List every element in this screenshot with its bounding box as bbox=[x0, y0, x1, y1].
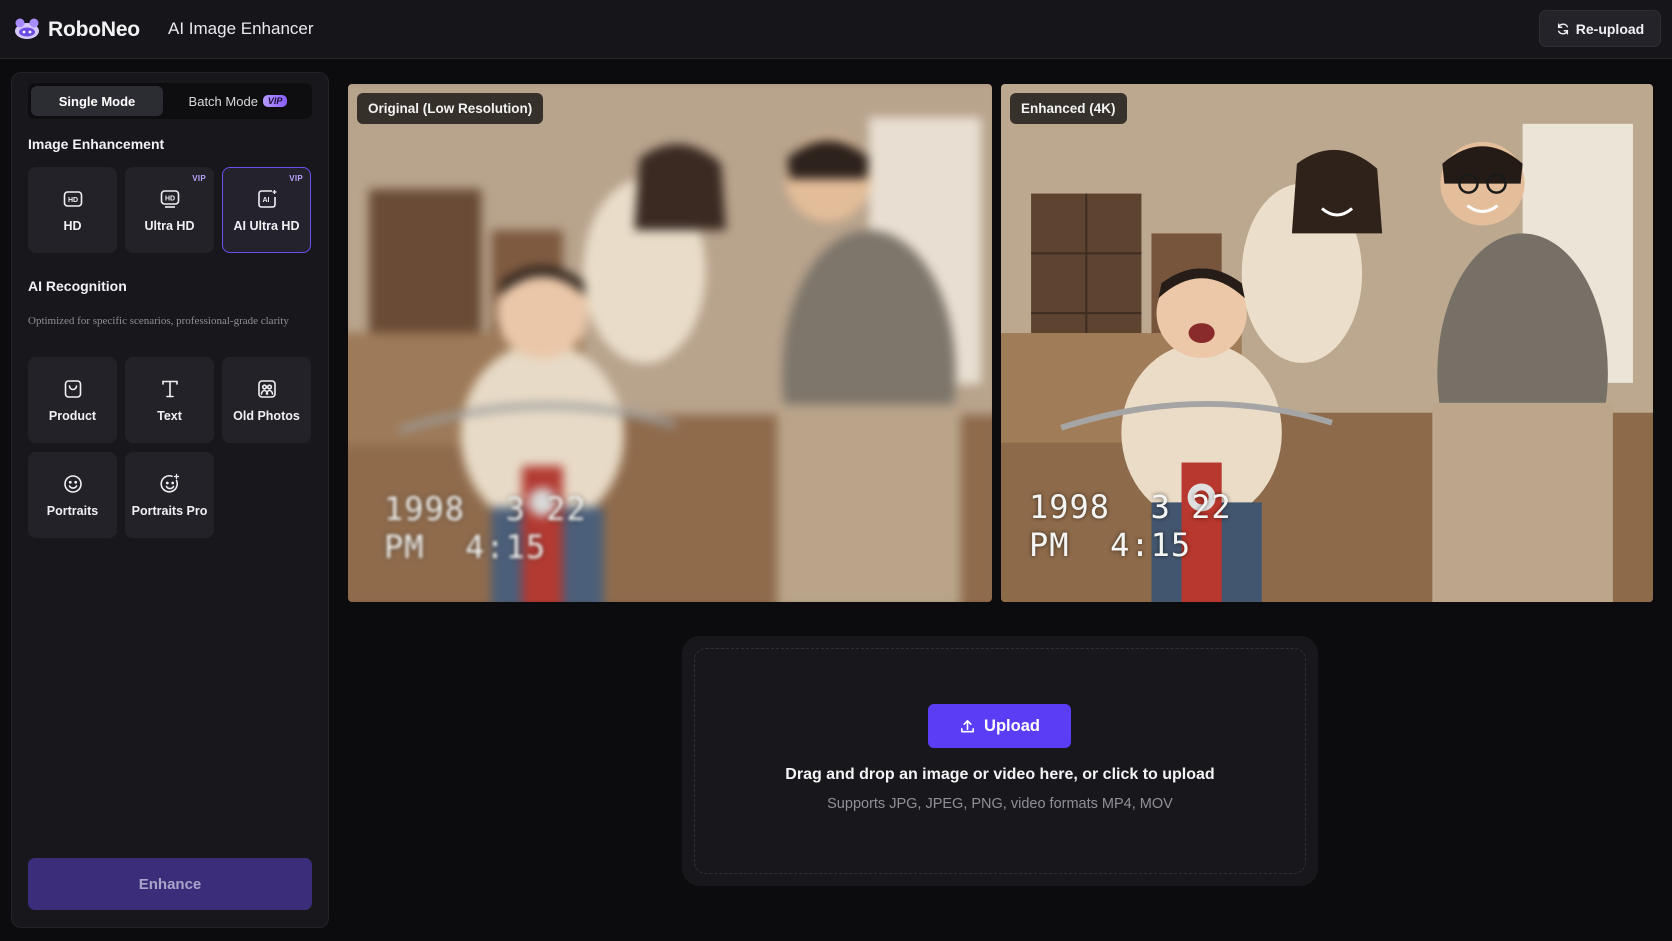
app-title: AI Image Enhancer bbox=[168, 19, 314, 38]
text-option[interactable]: Text bbox=[125, 357, 214, 443]
batch-mode-tab[interactable]: Batch Mode VIP bbox=[167, 86, 309, 116]
vip-tag: VIP bbox=[192, 174, 206, 183]
smiley-face-icon bbox=[63, 474, 82, 493]
upload-dropzone[interactable]: Upload Drag and drop an image or video h… bbox=[682, 636, 1318, 886]
single-mode-tab[interactable]: Single Mode bbox=[31, 86, 163, 116]
svg-text:AI: AI bbox=[262, 197, 269, 204]
stamp-date: 1998 3 22 bbox=[1029, 488, 1232, 526]
logo[interactable]: RoboNeo bbox=[12, 16, 140, 44]
vip-tag: VIP bbox=[289, 174, 303, 183]
logo-text: RoboNeo bbox=[48, 18, 140, 41]
portraits-label: Portraits bbox=[46, 503, 99, 518]
ultra-hd-icon: HD bbox=[160, 189, 179, 208]
stamp-date: 1998 3 22 bbox=[384, 490, 587, 528]
hd-option[interactable]: HD HD bbox=[28, 167, 117, 253]
reupload-label: Re-upload bbox=[1575, 20, 1645, 37]
svg-text:HD: HD bbox=[67, 197, 77, 204]
mode-toggle: Single Mode Batch Mode VIP bbox=[28, 83, 312, 119]
hd-label: HD bbox=[63, 218, 82, 233]
enhanced-image-panel: Enhanced (4K) 1998 3 22 PM 4:15 bbox=[1001, 84, 1653, 602]
image-enhancement-heading: Image Enhancement bbox=[28, 136, 165, 152]
old-photo-icon bbox=[257, 379, 276, 398]
batch-mode-label: Batch Mode bbox=[188, 93, 258, 109]
reupload-button[interactable]: Re-upload bbox=[1539, 10, 1661, 47]
ai-recognition-description: Optimized for specific scenarios, profes… bbox=[28, 315, 289, 327]
text-label: Text bbox=[157, 408, 182, 423]
dropzone-border bbox=[694, 648, 1306, 874]
product-label: Product bbox=[48, 408, 97, 423]
text-icon bbox=[161, 380, 178, 397]
ultra-hd-label: Ultra HD bbox=[144, 218, 195, 233]
ai-ultra-hd-label: AI Ultra HD bbox=[233, 218, 300, 233]
supported-formats: Supports JPG, JPEG, PNG, video formats M… bbox=[827, 796, 1173, 812]
ai-ultra-hd-option[interactable]: VIP AI AI Ultra HD bbox=[222, 167, 311, 253]
original-label: Original (Low Resolution) bbox=[357, 93, 544, 124]
single-mode-label: Single Mode bbox=[58, 93, 136, 109]
old-photos-label: Old Photos bbox=[233, 408, 300, 423]
date-stamp: 1998 3 22 PM 4:15 bbox=[384, 490, 587, 566]
upload-icon bbox=[961, 719, 975, 732]
enhance-button[interactable]: Enhance bbox=[28, 858, 312, 910]
sidebar: Single Mode Batch Mode VIP Image Enhance… bbox=[11, 72, 329, 928]
top-bar: RoboNeo AI Image Enhancer Re-upload bbox=[0, 0, 1672, 59]
ai-recognition-heading: AI Recognition bbox=[28, 278, 127, 294]
vip-badge: VIP bbox=[262, 95, 288, 107]
shopping-bag-icon bbox=[64, 379, 81, 398]
portraits-pro-label: Portraits Pro bbox=[131, 503, 208, 518]
enhance-label: Enhance bbox=[138, 875, 202, 893]
smiley-face-sparkle-icon bbox=[159, 473, 179, 493]
svg-text:HD: HD bbox=[164, 195, 174, 202]
stamp-time: PM 4:15 bbox=[1029, 526, 1192, 564]
portraits-option[interactable]: Portraits bbox=[28, 452, 117, 538]
refresh-icon bbox=[1557, 22, 1568, 35]
date-stamp: 1998 3 22 PM 4:15 bbox=[1029, 488, 1232, 564]
hd-icon: HD bbox=[63, 190, 82, 207]
ai-ultra-hd-icon: AI bbox=[257, 189, 276, 208]
enhanced-label: Enhanced (4K) bbox=[1010, 93, 1127, 124]
ultra-hd-option[interactable]: VIP HD Ultra HD bbox=[125, 167, 214, 253]
upload-instructions: Drag and drop an image or video here, or… bbox=[785, 766, 1215, 783]
portraits-pro-option[interactable]: Portraits Pro bbox=[125, 452, 214, 538]
roboneo-logo-icon bbox=[15, 18, 39, 39]
original-image-panel: Original (Low Resolution) 1998 3 22 PM 4… bbox=[348, 84, 992, 602]
product-option[interactable]: Product bbox=[28, 357, 117, 443]
upload-label: Upload bbox=[984, 716, 1040, 735]
stamp-time: PM 4:15 bbox=[384, 528, 547, 566]
upload-button[interactable]: Upload bbox=[928, 704, 1071, 748]
old-photos-option[interactable]: Old Photos bbox=[222, 357, 311, 443]
